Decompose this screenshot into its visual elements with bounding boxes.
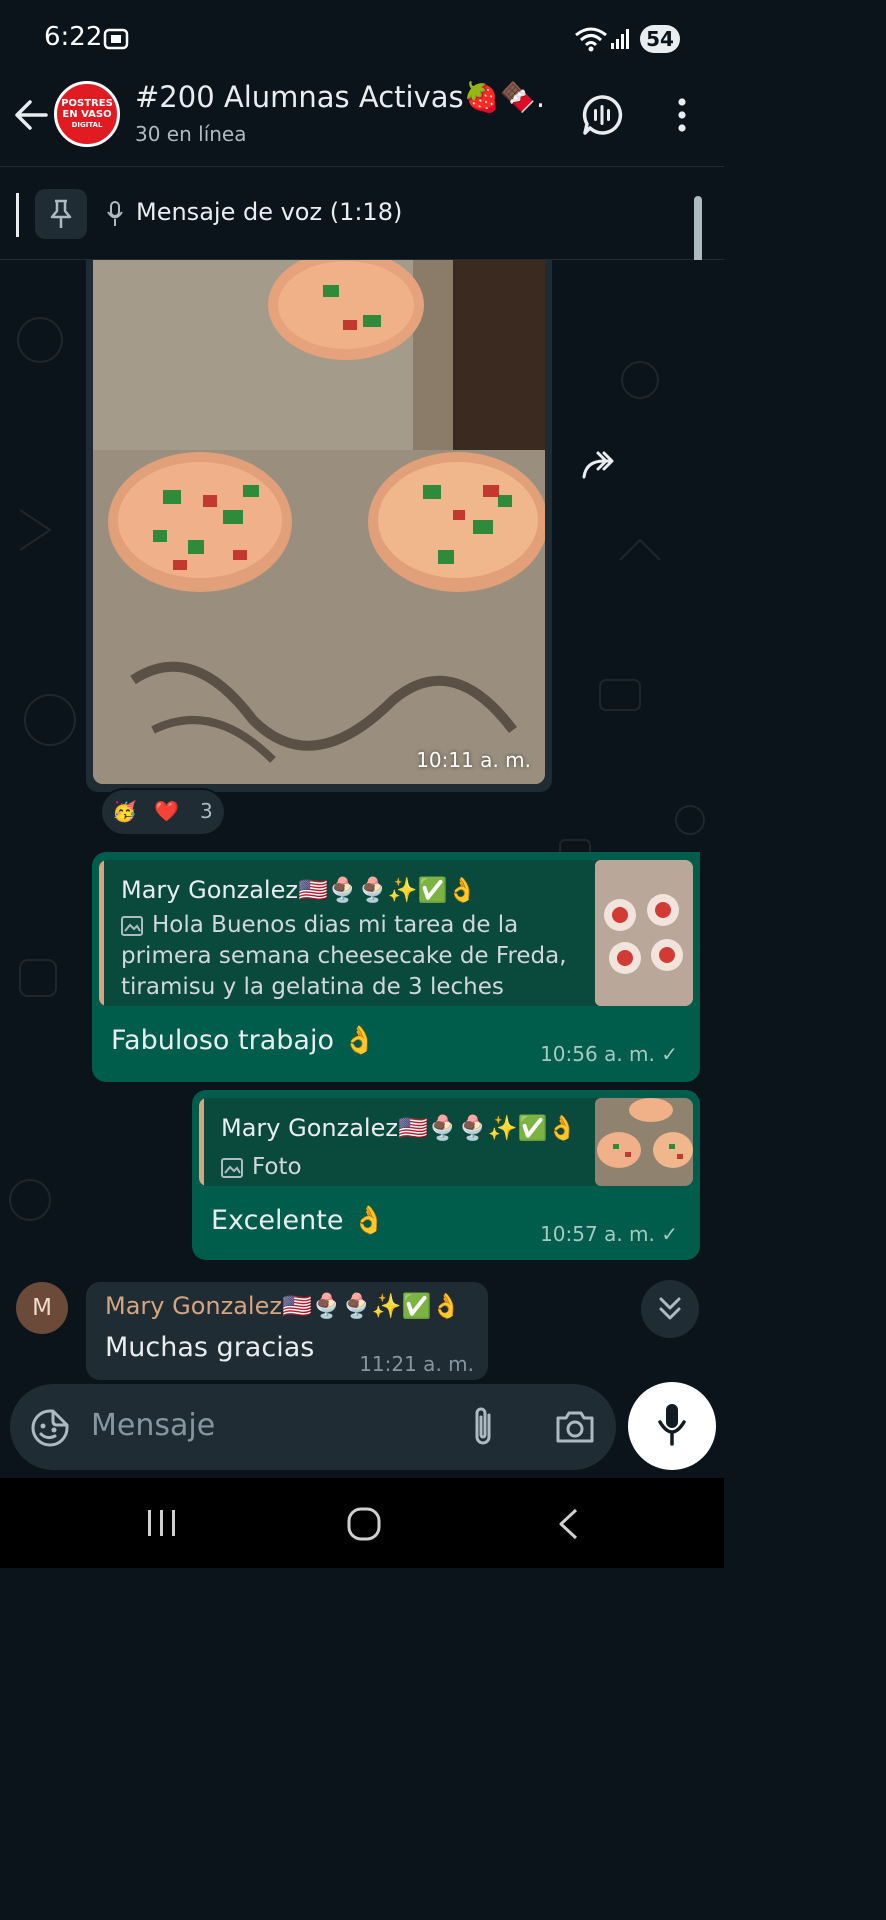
message-input[interactable]: Mensaje	[10, 1384, 616, 1470]
more-options-icon[interactable]	[670, 96, 694, 134]
pinned-message-bar[interactable]: Mensaje de voz (1:18)	[0, 166, 724, 260]
reaction-heart-emoji: ❤️	[154, 799, 179, 823]
sender-avatar[interactable]: M	[16, 1282, 68, 1334]
wifi-icon	[575, 27, 607, 52]
quote-text-line-2: primera semana cheesecake de Freda,	[121, 943, 567, 969]
scroll-to-bottom-button[interactable]	[641, 1280, 699, 1338]
system-navigation-bar	[0, 1478, 724, 1568]
quote-text-line-1: Foto	[252, 1154, 302, 1180]
clock: 6:22	[44, 22, 103, 52]
avatar-text-1: POSTRES	[61, 97, 113, 109]
pin-icon	[50, 199, 72, 228]
outgoing-message-1[interactable]: Mary Gonzalez🇺🇸🍨🍨✨✅👌 Hola Buenos dias mi…	[92, 852, 700, 1082]
quote-text-line-3: tiramisu y la gelatina de 3 leches	[121, 974, 504, 1000]
recent-apps-icon[interactable]	[146, 1508, 178, 1538]
back-arrow-icon[interactable]	[12, 96, 50, 134]
message-input-bar: Mensaje	[0, 1380, 724, 1478]
reactions-pill[interactable]: 🥳 ❤️ 3	[100, 788, 226, 836]
cheesecake-thumbnail-image	[595, 860, 693, 1006]
dessert-cups-image	[93, 260, 545, 784]
mic-small-icon	[107, 201, 123, 226]
message-time-1: 10:56 a. m. ✓	[540, 1042, 678, 1066]
camera-icon[interactable]	[554, 1409, 596, 1445]
incoming-message[interactable]: Mary Gonzalez🇺🇸🍨🍨✨✅👌 Muchas gracias 11:2…	[86, 1282, 488, 1380]
incoming-text: Muchas gracias	[105, 1332, 315, 1363]
pinned-text: Mensaje de voz (1:18)	[136, 198, 403, 226]
group-title[interactable]: #200 Alumnas Activas🍓🍫...	[135, 80, 547, 115]
online-count: 30 en línea	[135, 122, 247, 146]
double-chevron-down-icon	[659, 1297, 681, 1320]
status-bar: 6:22 54	[0, 0, 724, 78]
avatar-text-2: EN VASO	[62, 108, 112, 120]
voice-chat-icon[interactable]	[581, 94, 623, 136]
forward-icon[interactable]	[580, 443, 624, 487]
incoming-sender-name[interactable]: Mary Gonzalez🇺🇸🍨🍨✨✅👌	[105, 1292, 461, 1320]
quote-text-line-1: Hola Buenos dias mi tarea de la	[152, 912, 519, 938]
back-nav-icon[interactable]	[556, 1507, 580, 1541]
photo-timestamp: 10:11 a. m.	[416, 748, 531, 772]
quote-thumbnail-2	[595, 1098, 693, 1186]
image-icon	[221, 1158, 243, 1178]
photo-message-bubble[interactable]: 10:11 a. m.	[86, 260, 552, 792]
chat-area: 10:11 a. m. 🥳 ❤️ 3 Mary Gonzalez🇺🇸🍨🍨✨✅👌 …	[0, 260, 724, 1380]
quote-sender: Mary Gonzalez🇺🇸🍨🍨✨✅👌	[121, 876, 478, 904]
group-avatar[interactable]: POSTRES EN VASO DIGITAL	[54, 81, 120, 147]
message-time-2: 10:57 a. m. ✓	[540, 1222, 678, 1246]
message-text-1: Fabuloso trabajo 👌	[111, 1025, 377, 1056]
message-placeholder: Mensaje	[91, 1408, 216, 1443]
pinned-indicator	[16, 193, 19, 237]
image-icon	[121, 916, 143, 936]
dessert-photo[interactable]: 10:11 a. m.	[93, 260, 545, 784]
screenshot-icon	[103, 28, 129, 50]
dessert-thumbnail-image	[595, 1098, 693, 1186]
avatar-text-3: DIGITAL	[71, 120, 103, 129]
reaction-party-emoji: 🥳	[112, 799, 137, 823]
quote-bar	[199, 1098, 204, 1186]
quoted-message-2[interactable]: Mary Gonzalez🇺🇸🍨🍨✨✅👌 Foto	[199, 1098, 693, 1186]
outgoing-message-2[interactable]: Mary Gonzalez🇺🇸🍨🍨✨✅👌 Foto Excelente 👌 10…	[192, 1090, 700, 1260]
pin-button[interactable]	[35, 189, 87, 239]
message-text-2: Excelente 👌	[211, 1205, 386, 1236]
incoming-time: 11:21 a. m.	[359, 1352, 474, 1376]
microphone-icon	[658, 1404, 686, 1446]
quote-thumbnail-1	[595, 860, 693, 1006]
reaction-count: 3	[200, 799, 213, 823]
attach-icon[interactable]	[469, 1405, 497, 1449]
quoted-message-1[interactable]: Mary Gonzalez🇺🇸🍨🍨✨✅👌 Hola Buenos dias mi…	[99, 860, 693, 1006]
chat-header: POSTRES EN VASO DIGITAL #200 Alumnas Act…	[0, 78, 724, 166]
quote-bar	[99, 860, 104, 1006]
battery-indicator: 54	[640, 25, 680, 53]
home-icon[interactable]	[347, 1507, 381, 1541]
signal-icon	[611, 29, 629, 49]
emoji-sticker-icon[interactable]	[30, 1408, 70, 1448]
voice-record-button[interactable]	[628, 1382, 716, 1470]
quote-sender: Mary Gonzalez🇺🇸🍨🍨✨✅👌	[221, 1114, 578, 1142]
